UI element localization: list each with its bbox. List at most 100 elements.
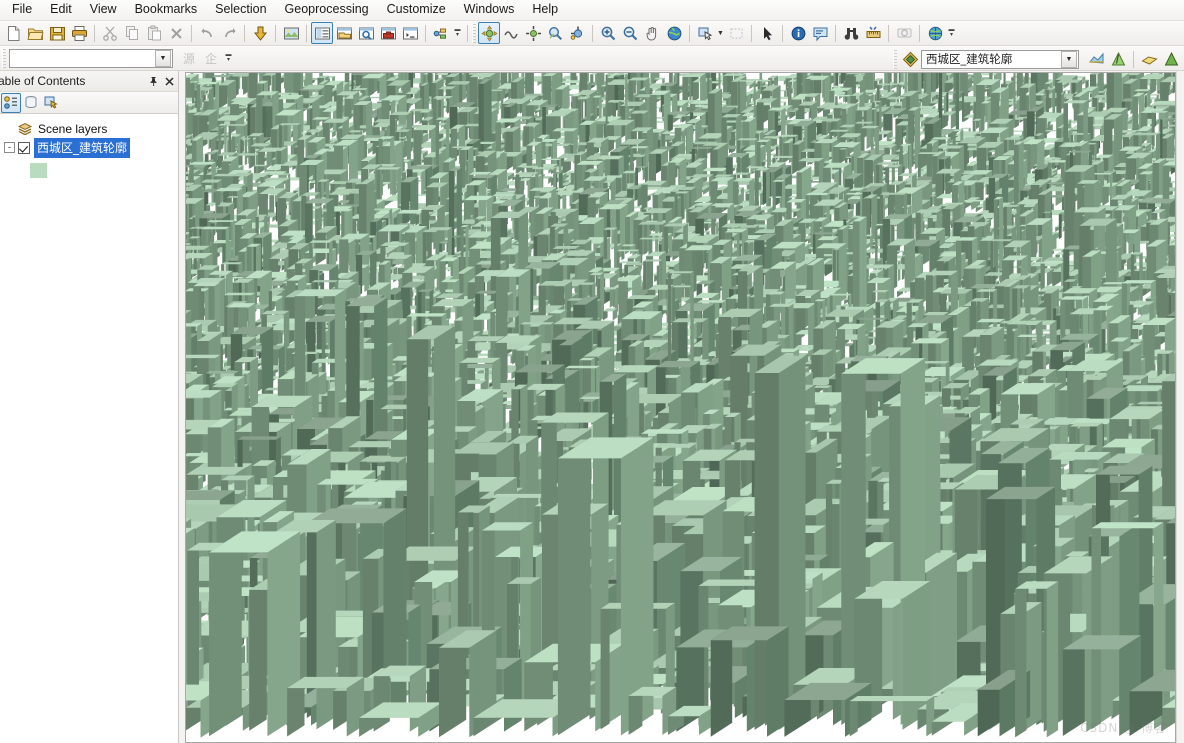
toc-root-row[interactable]: Scene layers [0,119,178,138]
toolbar-separator [306,24,307,42]
toc-tree: Scene layers - 西城区_建筑轮廓 [0,114,178,743]
toolbar-separator [94,24,95,42]
select-features-icon[interactable] [694,22,716,44]
list-by-selection-icon[interactable] [41,93,61,113]
toolbar2-drag-handle[interactable] [2,48,6,68]
add-data-icon[interactable] [249,22,271,44]
clear-selection-icon[interactable] [725,22,747,44]
python-window-icon[interactable] [399,22,421,44]
menu-file[interactable]: File [3,0,41,20]
select-elements-arrow-icon[interactable] [756,22,778,44]
menu-edit[interactable]: Edit [41,0,81,20]
zoom-in-icon[interactable] [597,22,619,44]
3d-scene-view[interactable]: CSDN @ 博客 [185,72,1176,743]
toc-title: able of Contents [0,74,86,88]
identify-info-icon[interactable] [787,22,809,44]
fly-icon[interactable] [500,22,522,44]
editor-combo[interactable]: ▼ [9,48,173,68]
pan-hand-icon[interactable] [641,22,663,44]
close-icon[interactable] [162,74,176,89]
toolbar-separator [835,24,836,42]
toc-view-toolbar [0,92,178,114]
full-extent-globe-icon[interactable] [663,22,685,44]
chevron-down-icon[interactable]: ▼ [716,22,725,44]
list-by-drawing-order-icon[interactable] [1,92,21,113]
layer-visibility-checkbox[interactable] [18,141,30,154]
find-binoculars-icon[interactable] [840,22,862,44]
3d-analyst-icon[interactable] [899,48,921,70]
chevron-down-icon[interactable]: ▼ [1061,50,1077,68]
create-profile-graph-icon[interactable] [1160,48,1182,70]
menu-view[interactable]: View [81,0,126,20]
time-slider-icon[interactable] [893,22,915,44]
new-document-icon[interactable] [2,22,24,44]
toolbar-separator [425,24,426,42]
menu-windows[interactable]: Windows [455,0,524,20]
scene-canvas[interactable] [186,73,1175,742]
save-disk-icon[interactable] [46,22,68,44]
toolbar2-overflow-button[interactable]: ▬ ▾ [223,47,234,69]
editor-tool-icon[interactable]: 企 [201,47,223,69]
globe-3d-effects-icon[interactable] [924,22,946,44]
menu-customize[interactable]: Customize [378,0,455,20]
pin-icon[interactable] [146,74,160,89]
toolbar-drag-handle[interactable] [472,23,476,43]
editor-source-icon[interactable]: 源 [179,47,201,69]
toolbar-overflow-button[interactable]: ▬ ▾ [452,22,463,44]
delete-x-icon[interactable] [165,22,187,44]
3d-analyst-layer-value: 西城区_建筑轮廓 [926,52,1013,66]
navigate-3d-icon[interactable] [478,22,500,44]
svg-text:企: 企 [205,51,217,66]
copy-icon[interactable] [121,22,143,44]
scissors-cut-icon[interactable] [99,22,121,44]
toolbar-separator [751,24,752,42]
scene-properties-icon[interactable] [280,22,302,44]
html-popup-icon[interactable] [809,22,831,44]
standard-toolbar: ▬ ▾ ▼ ▬ ▾ [0,21,1184,46]
toolbar-separator [919,24,920,42]
table-of-contents-icon[interactable] [311,22,333,44]
redo-arrow-icon[interactable] [218,22,240,44]
3d-analyst-drag-handle[interactable] [893,49,897,69]
list-by-source-icon[interactable] [21,93,41,113]
3d-analyst-layer-combo[interactable]: 西城区_建筑轮廓 ▼ [921,49,1079,69]
toolbar-overflow-button-2[interactable]: ▬ ▾ [946,22,957,44]
menu-help[interactable]: Help [523,0,567,20]
toolbar-separator [1133,50,1134,68]
svg-text:源: 源 [183,52,195,66]
undo-arrow-icon[interactable] [196,22,218,44]
editor-toolbar: ▼ 源 企 ▬ ▾ 西城区_建筑轮廓 ▼ [0,46,1184,71]
toolbar-separator [467,24,468,42]
menu-geoprocessing[interactable]: Geoprocessing [276,0,378,20]
search-window-icon[interactable] [355,22,377,44]
center-on-target-icon[interactable] [522,22,544,44]
interpolate-line-icon[interactable] [1085,48,1107,70]
toolbar-separator [592,24,593,42]
toolbar-separator [782,24,783,42]
chevron-down-icon[interactable]: ▼ [155,49,171,67]
toolbar-separator [888,24,889,42]
toc-title-bar: able of Contents [0,71,178,92]
paste-icon[interactable] [143,22,165,44]
toc-layer-row[interactable]: - 西城区_建筑轮廓 [0,137,178,158]
toolbox-window-icon[interactable] [377,22,399,44]
tree-expander-icon[interactable]: - [4,142,15,153]
zoom-out-icon[interactable] [619,22,641,44]
zoom-to-target-icon[interactable] [544,22,566,44]
menu-selection[interactable]: Selection [206,0,275,20]
line-of-sight-icon[interactable] [1138,48,1160,70]
3d-analyst-toolbar: 西城区_建筑轮廓 ▼ [893,48,1184,70]
steepest-path-icon[interactable] [1107,48,1129,70]
print-icon[interactable] [68,22,90,44]
measure-ruler-icon[interactable] [862,22,884,44]
arcscene-window: File Edit View Bookmarks Selection Geopr… [0,0,1184,743]
toolbar-separator [689,24,690,42]
toc-root-label: Scene layers [38,121,108,136]
set-observer-icon[interactable] [566,22,588,44]
toolbar-separator [244,24,245,42]
open-folder-icon[interactable] [24,22,46,44]
menu-bookmarks[interactable]: Bookmarks [126,0,207,20]
menu-bar: File Edit View Bookmarks Selection Geopr… [0,0,1184,21]
model-builder-icon[interactable] [430,22,452,44]
catalog-window-icon[interactable] [333,22,355,44]
